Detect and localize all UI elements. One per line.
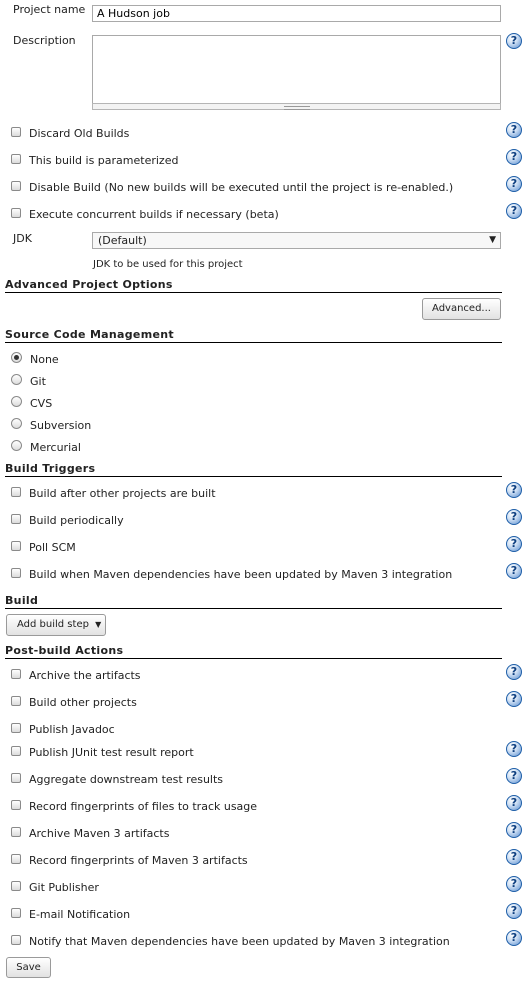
post-fingerprints-maven3-checkbox[interactable] [11, 854, 21, 864]
post-javadoc-label: Publish Javadoc [29, 723, 115, 736]
scm-cvs-radio[interactable] [11, 396, 22, 407]
post-notify-maven-label: Notify that Maven dependencies have been… [29, 935, 450, 948]
scm-cvs-label: CVS [30, 397, 53, 410]
trigger-periodically-label: Build periodically [29, 514, 124, 527]
trigger-poll-scm-label: Poll SCM [29, 541, 76, 554]
build-triggers-heading: Build Triggers [5, 462, 502, 477]
jdk-hint: JDK to be used for this project [93, 259, 243, 270]
trigger-periodically-help-icon[interactable]: ? [506, 509, 522, 525]
description-help-icon[interactable]: ? [506, 33, 522, 49]
post-fingerprints-maven3-label: Record fingerprints of Maven 3 artifacts [29, 854, 248, 867]
parameterized-checkbox[interactable] [11, 154, 21, 164]
scm-none-radio[interactable] [11, 352, 22, 363]
textarea-resize-handle[interactable] [92, 103, 501, 110]
concurrent-builds-checkbox[interactable] [11, 208, 21, 218]
post-git-publisher-label: Git Publisher [29, 881, 99, 894]
scm-none-label: None [30, 353, 59, 366]
add-build-step-label: Add build step [17, 619, 89, 630]
post-build-heading: Post-build Actions [5, 644, 502, 659]
post-build-other-label: Build other projects [29, 696, 137, 709]
post-archive-artifacts-checkbox[interactable] [11, 669, 21, 679]
project-name-input[interactable] [92, 5, 501, 22]
build-heading: Build [5, 594, 502, 609]
scm-subversion-label: Subversion [30, 419, 92, 432]
trigger-maven-deps-label: Build when Maven dependencies have been … [29, 568, 453, 581]
scm-mercurial-label: Mercurial [30, 441, 81, 454]
post-junit-label: Publish JUnit test result report [29, 746, 194, 759]
description-label: Description [13, 34, 76, 47]
trigger-maven-deps-help-icon[interactable]: ? [506, 563, 522, 579]
trigger-periodically-checkbox[interactable] [11, 514, 21, 524]
post-git-publisher-checkbox[interactable] [11, 881, 21, 891]
scm-mercurial-radio[interactable] [11, 440, 22, 451]
trigger-poll-scm-help-icon[interactable]: ? [506, 536, 522, 552]
disable-build-help-icon[interactable]: ? [506, 176, 522, 192]
scm-git-radio[interactable] [11, 374, 22, 385]
discard-old-builds-label: Discard Old Builds [29, 127, 130, 140]
post-build-other-help-icon[interactable]: ? [506, 691, 522, 707]
dropdown-arrow-icon: ▼ [95, 620, 102, 629]
post-email-label: E-mail Notification [29, 908, 131, 921]
post-fingerprints-label: Record fingerprints of files to track us… [29, 800, 258, 813]
trigger-after-other-label: Build after other projects are built [29, 487, 216, 500]
scm-heading: Source Code Management [5, 328, 502, 343]
scm-git-label: Git [30, 375, 46, 388]
post-archive-maven3-checkbox[interactable] [11, 827, 21, 837]
save-button[interactable]: Save [6, 957, 51, 978]
jdk-selected-value: (Default) [98, 234, 147, 247]
trigger-poll-scm-checkbox[interactable] [11, 541, 21, 551]
post-aggregate-checkbox[interactable] [11, 773, 21, 783]
description-textarea[interactable] [92, 35, 501, 104]
post-archive-maven3-help-icon[interactable]: ? [506, 822, 522, 838]
scm-subversion-radio[interactable] [11, 418, 22, 429]
post-archive-artifacts-label: Archive the artifacts [29, 669, 141, 682]
trigger-after-other-help-icon[interactable]: ? [506, 482, 522, 498]
project-name-label: Project name [13, 3, 86, 16]
advanced-project-options-heading: Advanced Project Options [5, 278, 502, 293]
discard-old-builds-help-icon[interactable]: ? [506, 122, 522, 138]
post-notify-maven-help-icon[interactable]: ? [506, 930, 522, 946]
dropdown-arrow-icon: ▼ [489, 235, 496, 245]
post-git-publisher-help-icon[interactable]: ? [506, 876, 522, 892]
post-aggregate-help-icon[interactable]: ? [506, 768, 522, 784]
post-aggregate-label: Aggregate downstream test results [29, 773, 224, 786]
trigger-maven-deps-checkbox[interactable] [11, 568, 21, 578]
post-junit-help-icon[interactable]: ? [506, 741, 522, 757]
concurrent-builds-label: Execute concurrent builds if necessary (… [29, 208, 279, 221]
disable-build-label: Disable Build (No new builds will be exe… [29, 181, 454, 194]
add-build-step-button[interactable]: Add build step ▼ [6, 614, 106, 636]
post-fingerprints-help-icon[interactable]: ? [506, 795, 522, 811]
parameterized-label: This build is parameterized [29, 154, 179, 167]
post-fingerprints-maven3-help-icon[interactable]: ? [506, 849, 522, 865]
trigger-after-other-checkbox[interactable] [11, 487, 21, 497]
jdk-select[interactable]: (Default) ▼ [92, 232, 501, 249]
concurrent-builds-help-icon[interactable]: ? [506, 203, 522, 219]
post-notify-maven-checkbox[interactable] [11, 935, 21, 945]
advanced-button[interactable]: Advanced... [422, 298, 501, 320]
disable-build-checkbox[interactable] [11, 181, 21, 191]
post-email-help-icon[interactable]: ? [506, 903, 522, 919]
post-archive-artifacts-help-icon[interactable]: ? [506, 664, 522, 680]
post-email-checkbox[interactable] [11, 908, 21, 918]
discard-old-builds-checkbox[interactable] [11, 127, 21, 137]
jdk-label: JDK [13, 232, 32, 245]
parameterized-help-icon[interactable]: ? [506, 149, 522, 165]
post-javadoc-checkbox[interactable] [11, 723, 21, 733]
post-build-other-checkbox[interactable] [11, 696, 21, 706]
post-junit-checkbox[interactable] [11, 746, 21, 756]
post-archive-maven3-label: Archive Maven 3 artifacts [29, 827, 170, 840]
post-fingerprints-checkbox[interactable] [11, 800, 21, 810]
